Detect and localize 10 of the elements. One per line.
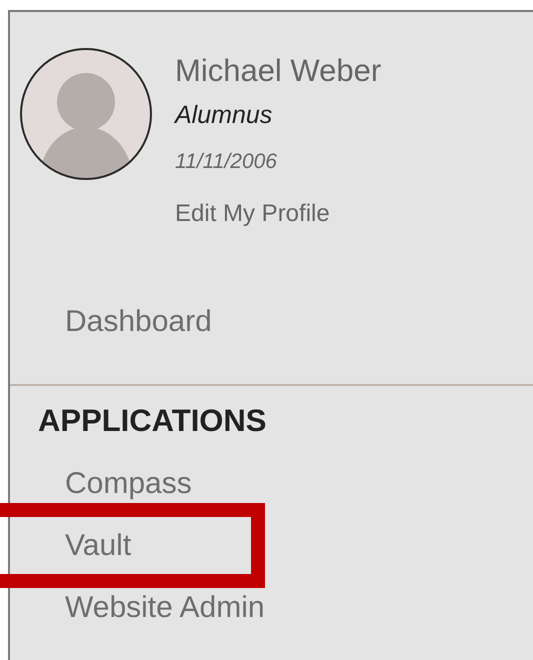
edit-profile-link[interactable]: Edit My Profile xyxy=(175,199,330,229)
app-link[interactable]: Vault xyxy=(65,528,132,562)
nav-link[interactable]: Dashboard xyxy=(65,300,212,344)
user-role: Alumnus xyxy=(175,100,272,131)
app-link[interactable]: Website Admin xyxy=(65,590,265,624)
app-link[interactable]: Compass xyxy=(65,466,192,500)
user-name: Michael Weber xyxy=(175,53,382,89)
member-date: 11/11/2006 xyxy=(175,149,277,175)
avatar-icon xyxy=(19,47,153,181)
section-heading: APPLICATIONS xyxy=(38,402,266,440)
